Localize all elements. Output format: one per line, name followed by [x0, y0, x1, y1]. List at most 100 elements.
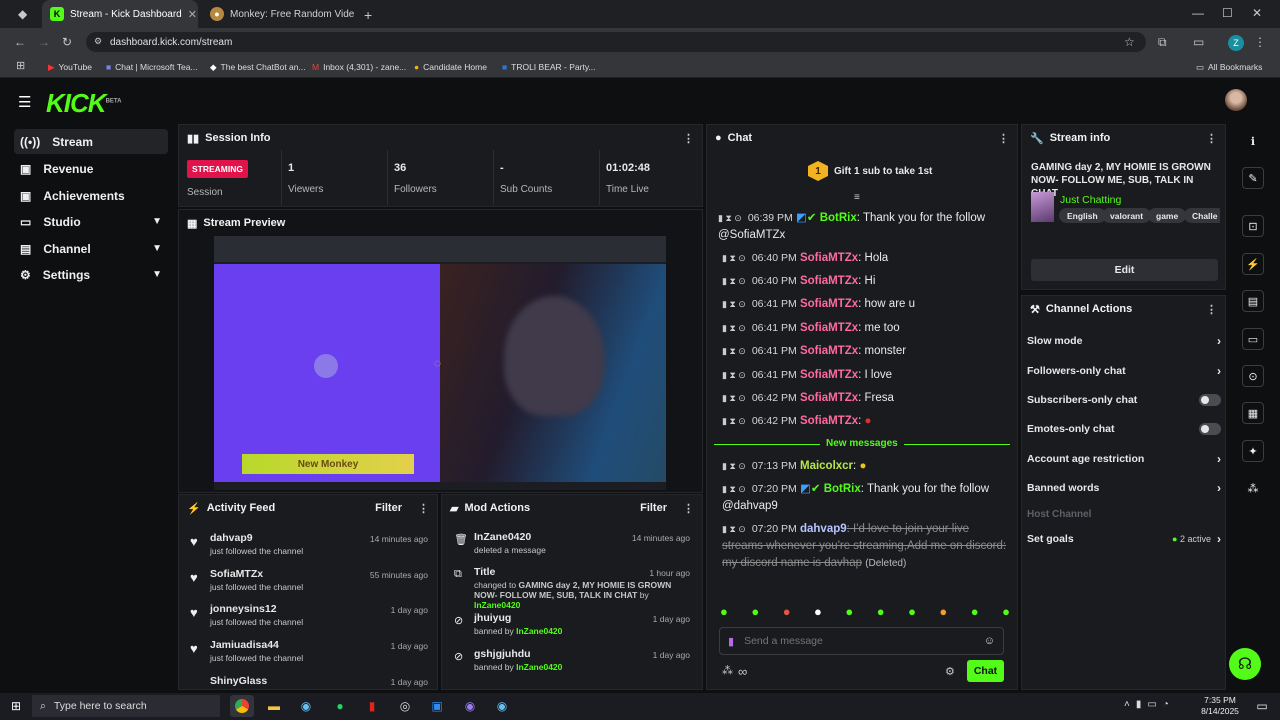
more-options-icon[interactable]: ⋮ — [683, 132, 694, 145]
taskbar-clock[interactable]: 7:35 PM 8/14/2025 — [1196, 695, 1244, 717]
bookmark-candidate[interactable]: ● Candidate Home — [414, 56, 487, 78]
category-link[interactable]: Just Chatting — [1060, 194, 1121, 206]
activity-item[interactable]: ShinyGlass 1 day ago — [186, 673, 434, 689]
maximize-icon[interactable]: ☐ — [1222, 6, 1233, 20]
camera-icon[interactable]: ⊡ — [1242, 215, 1264, 237]
chat-message[interactable]: ▮ ⧗ ⊙ 06:40 PM SofiaMTZx: Hola — [718, 250, 1008, 267]
windows-start-icon[interactable]: ⊞ — [4, 695, 28, 717]
chat-settings-icon[interactable]: ⚙ — [945, 665, 955, 678]
emote-icon[interactable]: ● — [908, 604, 916, 622]
mod-action-item[interactable]: ⧉ Title changed to GAMING day 2, MY HOMIE … — [450, 566, 696, 610]
document-icon[interactable]: ▤ — [1242, 290, 1264, 312]
chat-message-deleted[interactable]: ▮ ⧗ ⊙ 07:20 PM dahvap9: I'd love to join … — [718, 521, 1008, 572]
obs-icon[interactable]: ◎ — [393, 695, 417, 717]
layout-icon[interactable]: ▦ — [1242, 402, 1264, 424]
stream-tag[interactable]: Challe — [1184, 208, 1220, 223]
more-options-icon[interactable]: ⋮ — [418, 502, 429, 515]
activity-filter-button[interactable]: Filter — [375, 502, 402, 514]
system-tray-icons[interactable]: ˄▮▭◔ — [1124, 699, 1175, 710]
profile-avatar[interactable]: Z — [1228, 35, 1244, 51]
chat-message[interactable]: ▮ ⧗ ⊙ 07:20 PM ◩✔ BotRix: Thank you for t… — [718, 481, 1008, 515]
tab-monkey[interactable]: ● Monkey: Free Random Vide ◉ ✕ — [202, 0, 356, 28]
info-icon[interactable]: ℹ — [1242, 130, 1264, 152]
set-goals-row[interactable]: Set goals ● 2 active › — [1027, 529, 1221, 549]
emote-icon[interactable]: ● — [845, 604, 853, 622]
sidebar-item-stream[interactable]: ((•)) Stream — [14, 129, 168, 154]
slow-mode-row[interactable]: Slow mode › — [1027, 331, 1221, 351]
chat-send-button[interactable]: Chat — [967, 660, 1004, 682]
sidebar-item-channel[interactable]: ▤ Channel ▼ — [14, 236, 168, 261]
sidebar-item-revenue[interactable]: ▣ Revenue — [14, 156, 168, 181]
stream-tag[interactable]: game — [1148, 208, 1187, 223]
emote-icon[interactable]: ● — [1002, 604, 1010, 622]
site-info-icon[interactable]: ⚙ — [94, 36, 102, 47]
reload-icon[interactable]: ↻ — [62, 35, 72, 49]
chat-message[interactable]: ▮ ⧗ ⊙ 06:41 PM SofiaMTZx: monster — [718, 343, 1008, 360]
app-icon[interactable]: ▣ — [425, 695, 449, 717]
cast-icon[interactable]: ▭ — [1193, 35, 1204, 49]
extensions-icon[interactable]: ⧉ — [1158, 35, 1167, 50]
tab-search-icon[interactable]: ◆ — [18, 7, 27, 21]
bookmark-star-icon[interactable]: ☆ — [1124, 35, 1135, 49]
pinned-collapse-icon[interactable]: ≡ — [854, 192, 860, 203]
more-options-icon[interactable]: ⋮ — [1206, 132, 1217, 145]
broadcast-icon[interactable]: ⊙ — [1242, 365, 1264, 387]
microphone-icon[interactable]: ▮ — [728, 635, 734, 648]
tab-kick-dashboard[interactable]: K Stream - Kick Dashboard ✕ — [42, 0, 198, 28]
user-avatar[interactable] — [1225, 89, 1247, 111]
activity-item[interactable]: ♥ jonneysins12 just followed the channel 1 … — [186, 601, 434, 635]
bookmark-inbox[interactable]: M Inbox (4,301) - zane... — [312, 56, 406, 78]
followers-only-row[interactable]: Followers-only chat › — [1027, 361, 1221, 381]
chat-message[interactable]: ▮ ⧗ ⊙ 06:41 PM SofiaMTZx: I love — [718, 367, 1008, 384]
emote-icon[interactable]: ● — [877, 604, 885, 622]
discord-icon[interactable]: ◉ — [458, 695, 482, 717]
gift-sub-banner[interactable]: Gift 1 sub to take 1st — [834, 166, 932, 177]
kick-logo[interactable]: KICKBETA — [46, 88, 121, 119]
taskbar-search[interactable]: ⌕ Type here to search — [32, 695, 220, 717]
emote-icon[interactable]: ● — [814, 604, 822, 622]
activity-item[interactable]: ♥ dahvap9 just followed the channel 14 minu… — [186, 530, 434, 564]
chat-message[interactable]: ▮ ⧗ ⊙ 07:13 PM Maicolxcr: ● — [718, 458, 1008, 475]
more-options-icon[interactable]: ⋮ — [1206, 303, 1217, 316]
bookmark-youtube[interactable]: ▶ YouTube — [48, 56, 92, 78]
close-tab-icon[interactable]: ✕ — [188, 8, 197, 21]
sidebar-item-studio[interactable]: ▭ Studio ▼ — [14, 209, 168, 234]
stream-tag[interactable]: valorant — [1102, 208, 1152, 223]
emote-icon[interactable]: ● — [939, 604, 947, 622]
mod-filter-button[interactable]: Filter — [640, 502, 667, 514]
chat-message[interactable]: ▮ ⧗ ⊙ 06:39 PM ◩✔ BotRix: Thank you for t… — [718, 210, 1008, 244]
banned-words-row[interactable]: Banned words › — [1027, 478, 1221, 498]
hamburger-menu-icon[interactable]: ☰ — [18, 93, 31, 111]
mod-action-item[interactable]: ⊘ gshjgjuhdu banned by InZane0420 1 day ago — [450, 648, 696, 678]
pencil-icon[interactable]: ✎ — [1242, 167, 1264, 189]
bookmark-chatbot[interactable]: ◆ The best ChatBot an... — [210, 56, 306, 78]
stream-tag[interactable]: English — [1059, 208, 1106, 223]
chat-message[interactable]: ▮ ⧗ ⊙ 06:41 PM SofiaMTZx: how are u — [718, 296, 1008, 313]
chat-input-box[interactable]: ▮ ☺ — [719, 627, 1004, 655]
notification-icon[interactable]: ▭ — [1250, 695, 1274, 717]
all-bookmarks[interactable]: ▭ All Bookmarks — [1196, 56, 1262, 78]
file-explorer-icon[interactable]: ▬ — [262, 695, 286, 717]
bookmark-troli[interactable]: ■ TROLI BEAR - Party... — [502, 56, 596, 78]
share-icon[interactable]: ⁂ — [1242, 477, 1264, 499]
mod-action-item[interactable]: ⊘ jhuiyug banned by InZane0420 1 day ago — [450, 612, 696, 642]
chrome-taskbar-icon[interactable] — [230, 695, 254, 717]
account-age-row[interactable]: Account age restriction › — [1027, 449, 1221, 469]
apps-grid-icon[interactable]: ⊞ — [16, 59, 25, 72]
url-field[interactable]: dashboard.kick.com/stream — [86, 32, 1146, 52]
bookmark-teams[interactable]: ■ Chat | Microsoft Tea... — [106, 56, 198, 78]
emotes-only-toggle[interactable] — [1199, 423, 1221, 435]
subscribers-only-toggle[interactable] — [1199, 394, 1221, 406]
edit-stream-info-button[interactable]: Edit — [1031, 259, 1218, 281]
wrench-icon[interactable]: ✦ — [1242, 440, 1264, 462]
app-icon[interactable]: ▮ — [360, 695, 384, 717]
activity-item[interactable]: ♥ Jamiuadisa44 just followed the channel 1 … — [186, 637, 434, 671]
chat-message[interactable]: ▮ ⧗ ⊙ 06:40 PM SofiaMTZx: Hi — [718, 273, 1008, 290]
chat-message-input[interactable] — [744, 635, 974, 647]
window-close-icon[interactable]: ✕ — [1252, 6, 1262, 20]
new-tab-icon[interactable]: + — [364, 7, 372, 23]
browser-menu-icon[interactable]: ⋮ — [1254, 35, 1266, 49]
emote-icon[interactable]: ● — [783, 604, 791, 622]
forward-icon[interactable]: → — [38, 35, 50, 49]
support-headset-button[interactable]: ☊ — [1229, 648, 1261, 680]
